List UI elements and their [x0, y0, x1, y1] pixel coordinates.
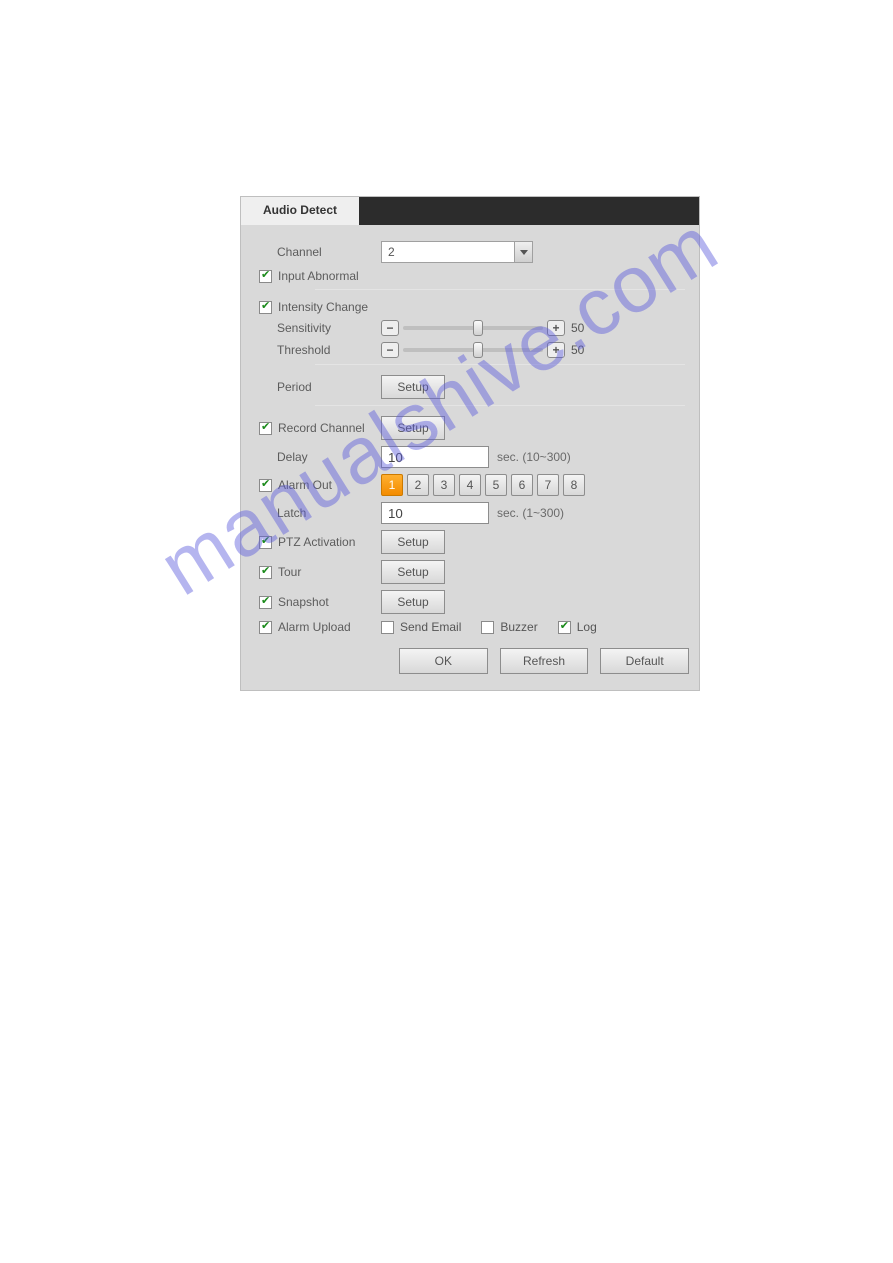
channel-select[interactable]: 2 [381, 241, 533, 263]
threshold-label: Threshold [277, 343, 381, 357]
snapshot-setup-button[interactable]: Setup [381, 590, 445, 614]
sensitivity-minus-button[interactable]: − [381, 320, 399, 336]
ptz-activation-checkbox[interactable] [259, 536, 272, 549]
threshold-minus-button[interactable]: − [381, 342, 399, 358]
latch-hint: sec. (1~300) [497, 506, 564, 520]
divider [315, 364, 685, 365]
latch-input[interactable] [381, 502, 489, 524]
alarm-out-2[interactable]: 2 [407, 474, 429, 496]
threshold-value: 50 [571, 343, 584, 357]
ptz-activation-label: PTZ Activation [278, 535, 355, 549]
record-channel-setup-button[interactable]: Setup [381, 416, 445, 440]
send-email-checkbox[interactable] [381, 621, 394, 634]
chevron-down-icon[interactable] [514, 242, 532, 262]
record-channel-checkbox[interactable] [259, 422, 272, 435]
send-email-label: Send Email [400, 620, 461, 634]
footer-buttons: OK Refresh Default [399, 648, 689, 674]
latch-label: Latch [277, 506, 381, 520]
alarm-upload-label: Alarm Upload [278, 620, 351, 634]
sensitivity-thumb[interactable] [473, 320, 483, 336]
threshold-slider[interactable] [403, 348, 543, 352]
tour-label: Tour [278, 565, 301, 579]
alarm-out-3[interactable]: 3 [433, 474, 455, 496]
tour-setup-button[interactable]: Setup [381, 560, 445, 584]
period-label: Period [277, 380, 381, 394]
tour-checkbox[interactable] [259, 566, 272, 579]
sensitivity-label: Sensitivity [277, 321, 381, 335]
alarm-upload-checkbox[interactable] [259, 621, 272, 634]
snapshot-label: Snapshot [278, 595, 329, 609]
delay-label: Delay [277, 450, 381, 464]
refresh-button[interactable]: Refresh [500, 648, 589, 674]
delay-input[interactable] [381, 446, 489, 468]
threshold-plus-button[interactable]: + [547, 342, 565, 358]
tab-audio-detect[interactable]: Audio Detect [241, 197, 359, 225]
alarm-out-1[interactable]: 1 [381, 474, 403, 496]
channel-label: Channel [277, 245, 381, 259]
ptz-activation-setup-button[interactable]: Setup [381, 530, 445, 554]
sensitivity-plus-button[interactable]: + [547, 320, 565, 336]
record-channel-label: Record Channel [278, 421, 365, 435]
alarm-out-7[interactable]: 7 [537, 474, 559, 496]
log-label: Log [577, 620, 597, 634]
alarm-out-buttons: 1 2 3 4 5 6 7 8 [381, 474, 589, 496]
tab-bar: Audio Detect [241, 197, 699, 225]
buzzer-checkbox[interactable] [481, 621, 494, 634]
input-abnormal-label: Input Abnormal [278, 269, 359, 283]
buzzer-label: Buzzer [500, 620, 537, 634]
period-setup-button[interactable]: Setup [381, 375, 445, 399]
intensity-change-label: Intensity Change [278, 300, 368, 314]
alarm-out-5[interactable]: 5 [485, 474, 507, 496]
divider [315, 289, 685, 290]
threshold-thumb[interactable] [473, 342, 483, 358]
intensity-change-checkbox[interactable] [259, 301, 272, 314]
ok-button[interactable]: OK [399, 648, 488, 674]
alarm-out-label: Alarm Out [278, 478, 332, 492]
default-button[interactable]: Default [600, 648, 689, 674]
sensitivity-value: 50 [571, 321, 584, 335]
input-abnormal-checkbox[interactable] [259, 270, 272, 283]
alarm-out-checkbox[interactable] [259, 479, 272, 492]
log-checkbox[interactable] [558, 621, 571, 634]
channel-value: 2 [382, 242, 514, 262]
alarm-out-6[interactable]: 6 [511, 474, 533, 496]
sensitivity-slider[interactable] [403, 326, 543, 330]
alarm-out-4[interactable]: 4 [459, 474, 481, 496]
divider [315, 405, 685, 406]
panel-body: Channel 2 Input Abnormal Intensity Chang… [241, 225, 699, 690]
alarm-out-8[interactable]: 8 [563, 474, 585, 496]
audio-detect-panel: Audio Detect Channel 2 Input Abnormal In… [240, 196, 700, 691]
delay-hint: sec. (10~300) [497, 450, 571, 464]
snapshot-checkbox[interactable] [259, 596, 272, 609]
